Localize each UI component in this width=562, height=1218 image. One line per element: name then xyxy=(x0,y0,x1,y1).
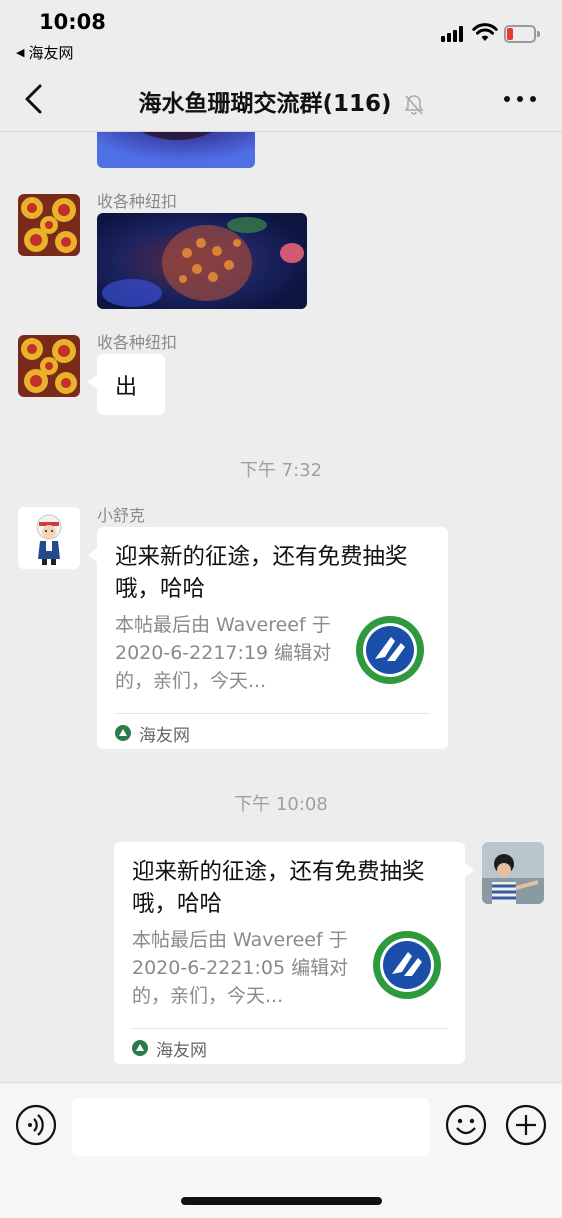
cartoon-pilot-avatar-image xyxy=(18,507,80,569)
plus-icon[interactable] xyxy=(505,1104,547,1146)
status-time: 10:08 xyxy=(39,10,106,34)
avatar[interactable] xyxy=(18,194,80,256)
coral-photo xyxy=(97,213,307,309)
sender-name: 收各种纽扣 xyxy=(97,192,178,211)
chat-title-text: 海水鱼珊瑚交流群(116) xyxy=(138,91,392,117)
card-description: 本帖最后由 Wavereef 于 2020-6-2217:19 编辑对的，亲们，… xyxy=(115,614,332,692)
site-logo-thumbnail xyxy=(356,616,424,684)
emoji-icon[interactable] xyxy=(445,1104,487,1146)
site-logo-icon xyxy=(132,1040,148,1056)
chat-title: 海水鱼珊瑚交流群(116) xyxy=(0,84,562,118)
battery-icon xyxy=(504,25,540,43)
back-triangle-icon: ◀ xyxy=(16,46,25,59)
cellular-signal-icon xyxy=(441,26,465,42)
wifi-icon xyxy=(472,23,498,41)
card-description: 本帖最后由 Wavereef 于 2020-6-2221:05 编辑对的，亲们，… xyxy=(132,929,349,1007)
home-indicator[interactable] xyxy=(181,1197,382,1205)
chat-header: 海水鱼珊瑚交流群(116) xyxy=(0,66,562,132)
avatar[interactable] xyxy=(18,507,80,569)
link-card[interactable]: 迎来新的征途，还有免费抽奖哦，哈哈 本帖最后由 Wavereef 于 2020-… xyxy=(88,527,448,749)
card-title: 迎来新的征途，还有免费抽奖哦，哈哈 xyxy=(132,859,425,917)
card-divider xyxy=(115,713,430,714)
message-list[interactable]: 收各种纽扣 收各种纽扣 出 下午 7:32 小舒克 迎来新的征途，还有免费抽奖哦… xyxy=(0,132,562,1082)
avatar[interactable] xyxy=(18,335,80,397)
back-app-label: 海友网 xyxy=(28,44,74,62)
card-source: 海友网 xyxy=(132,1036,207,1061)
coral-avatar-image xyxy=(18,335,80,397)
card-title: 迎来新的征途，还有免费抽奖哦，哈哈 xyxy=(115,544,408,602)
site-logo-icon xyxy=(115,725,131,741)
card-source-label: 海友网 xyxy=(139,725,190,746)
site-logo-thumbnail xyxy=(373,931,441,999)
timestamp: 下午 10:08 xyxy=(234,794,328,815)
bell-muted-icon xyxy=(404,94,424,115)
text-message[interactable]: 出 xyxy=(88,354,165,415)
timestamp: 下午 7:32 xyxy=(239,460,323,481)
image-message[interactable] xyxy=(97,213,307,309)
card-source-label: 海友网 xyxy=(156,1040,207,1061)
message-text: 出 xyxy=(115,374,138,400)
voice-icon[interactable] xyxy=(15,1104,57,1146)
coral-photo xyxy=(97,132,255,168)
card-divider xyxy=(132,1028,447,1029)
more-dots-icon[interactable] xyxy=(504,96,536,102)
message-input[interactable] xyxy=(72,1098,430,1156)
status-bar: 10:08 ◀ 海友网 xyxy=(0,0,562,66)
back-to-app-link[interactable]: ◀ 海友网 xyxy=(16,42,73,63)
link-card[interactable]: 迎来新的征途，还有免费抽奖哦，哈哈 本帖最后由 Wavereef 于 2020-… xyxy=(114,842,474,1064)
avatar[interactable] xyxy=(482,842,544,904)
sender-name: 收各种纽扣 xyxy=(97,333,178,352)
child-avatar-image xyxy=(482,842,544,904)
sender-name: 小舒克 xyxy=(97,506,146,525)
card-source: 海友网 xyxy=(115,721,190,746)
image-message[interactable] xyxy=(97,132,255,168)
coral-avatar-image xyxy=(18,194,80,256)
